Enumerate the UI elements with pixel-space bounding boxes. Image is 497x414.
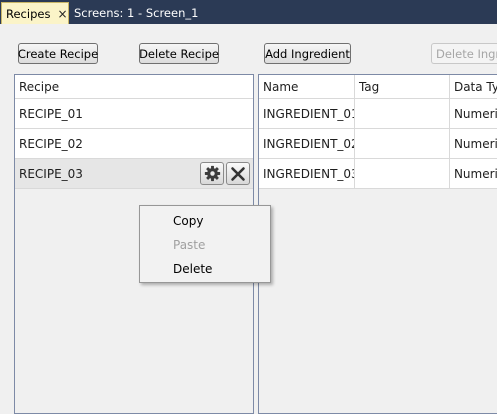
delete-x-icon [231,166,245,181]
ingredient-data-type[interactable]: Numeric [450,159,497,188]
add-ingredient-button[interactable]: Add Ingredient [264,43,351,64]
tab-recipes-label: Recipes [6,6,51,21]
context-menu-delete[interactable]: Delete [140,257,270,281]
gear-icon [204,165,220,182]
ingredient-name: INGREDIENT_02 [259,129,355,158]
recipe-name: RECIPE_01 [19,106,83,121]
context-menu-copy[interactable]: Copy [140,209,270,233]
context-menu-paste: Paste [173,238,206,252]
tab-screens-label: Screens: 1 - Screen_1 [74,6,199,20]
recipe-header-label: Recipe [19,79,60,94]
ingredient-name: INGREDIENT_01 [259,99,355,128]
ingredient-row[interactable]: INGREDIENT_01 Numeric [259,99,497,129]
ingredient-column-headers: Name Tag Data Type [259,75,497,99]
ingredient-data-type[interactable]: Numeric [450,129,497,158]
recipe-name: RECIPE_02 [19,136,83,151]
close-icon[interactable]: × [57,8,67,20]
recipe-delete-button[interactable] [226,162,250,185]
delete-ingredient-label: Delete Ingredient [436,46,497,61]
recipe-column-header[interactable]: Recipe [15,75,253,99]
create-recipe-button[interactable]: Create Recipe [18,43,98,64]
recipe-row-selected[interactable]: RECIPE_03 [15,159,253,189]
tab-screens[interactable]: Screens: 1 - Screen_1 [74,2,198,24]
ingredient-grid-panel: Name Tag Data Type INGREDIENT_01 Numeric… [258,74,497,414]
ingredient-row[interactable]: INGREDIENT_03 Numeric [259,159,497,189]
recipe-row[interactable]: RECIPE_02 [15,129,253,159]
tab-recipes[interactable]: Recipes × [1,2,69,24]
ingredient-tag[interactable] [355,129,450,158]
column-header-data-type[interactable]: Data Type [450,75,497,98]
recipe-name: RECIPE_03 [19,166,83,181]
column-header-name[interactable]: Name [259,75,355,98]
delete-ingredient-button[interactable]: Delete Ingredient [431,43,497,64]
ingredient-tag[interactable] [355,99,450,128]
context-menu: Copy Paste Delete [139,205,271,283]
ingredient-tag[interactable] [355,159,450,188]
ingredient-data-type[interactable]: Numeric [450,99,497,128]
ingredient-name: INGREDIENT_03 [259,159,355,188]
recipe-row[interactable]: RECIPE_01 [15,99,253,129]
column-header-tag[interactable]: Tag [355,75,450,98]
tab-bar: Recipes × Screens: 1 - Screen_1 [0,0,497,24]
delete-recipe-button[interactable]: Delete Recipe [139,43,219,64]
ingredient-row[interactable]: INGREDIENT_02 Numeric [259,129,497,159]
recipe-settings-button[interactable] [200,162,224,185]
